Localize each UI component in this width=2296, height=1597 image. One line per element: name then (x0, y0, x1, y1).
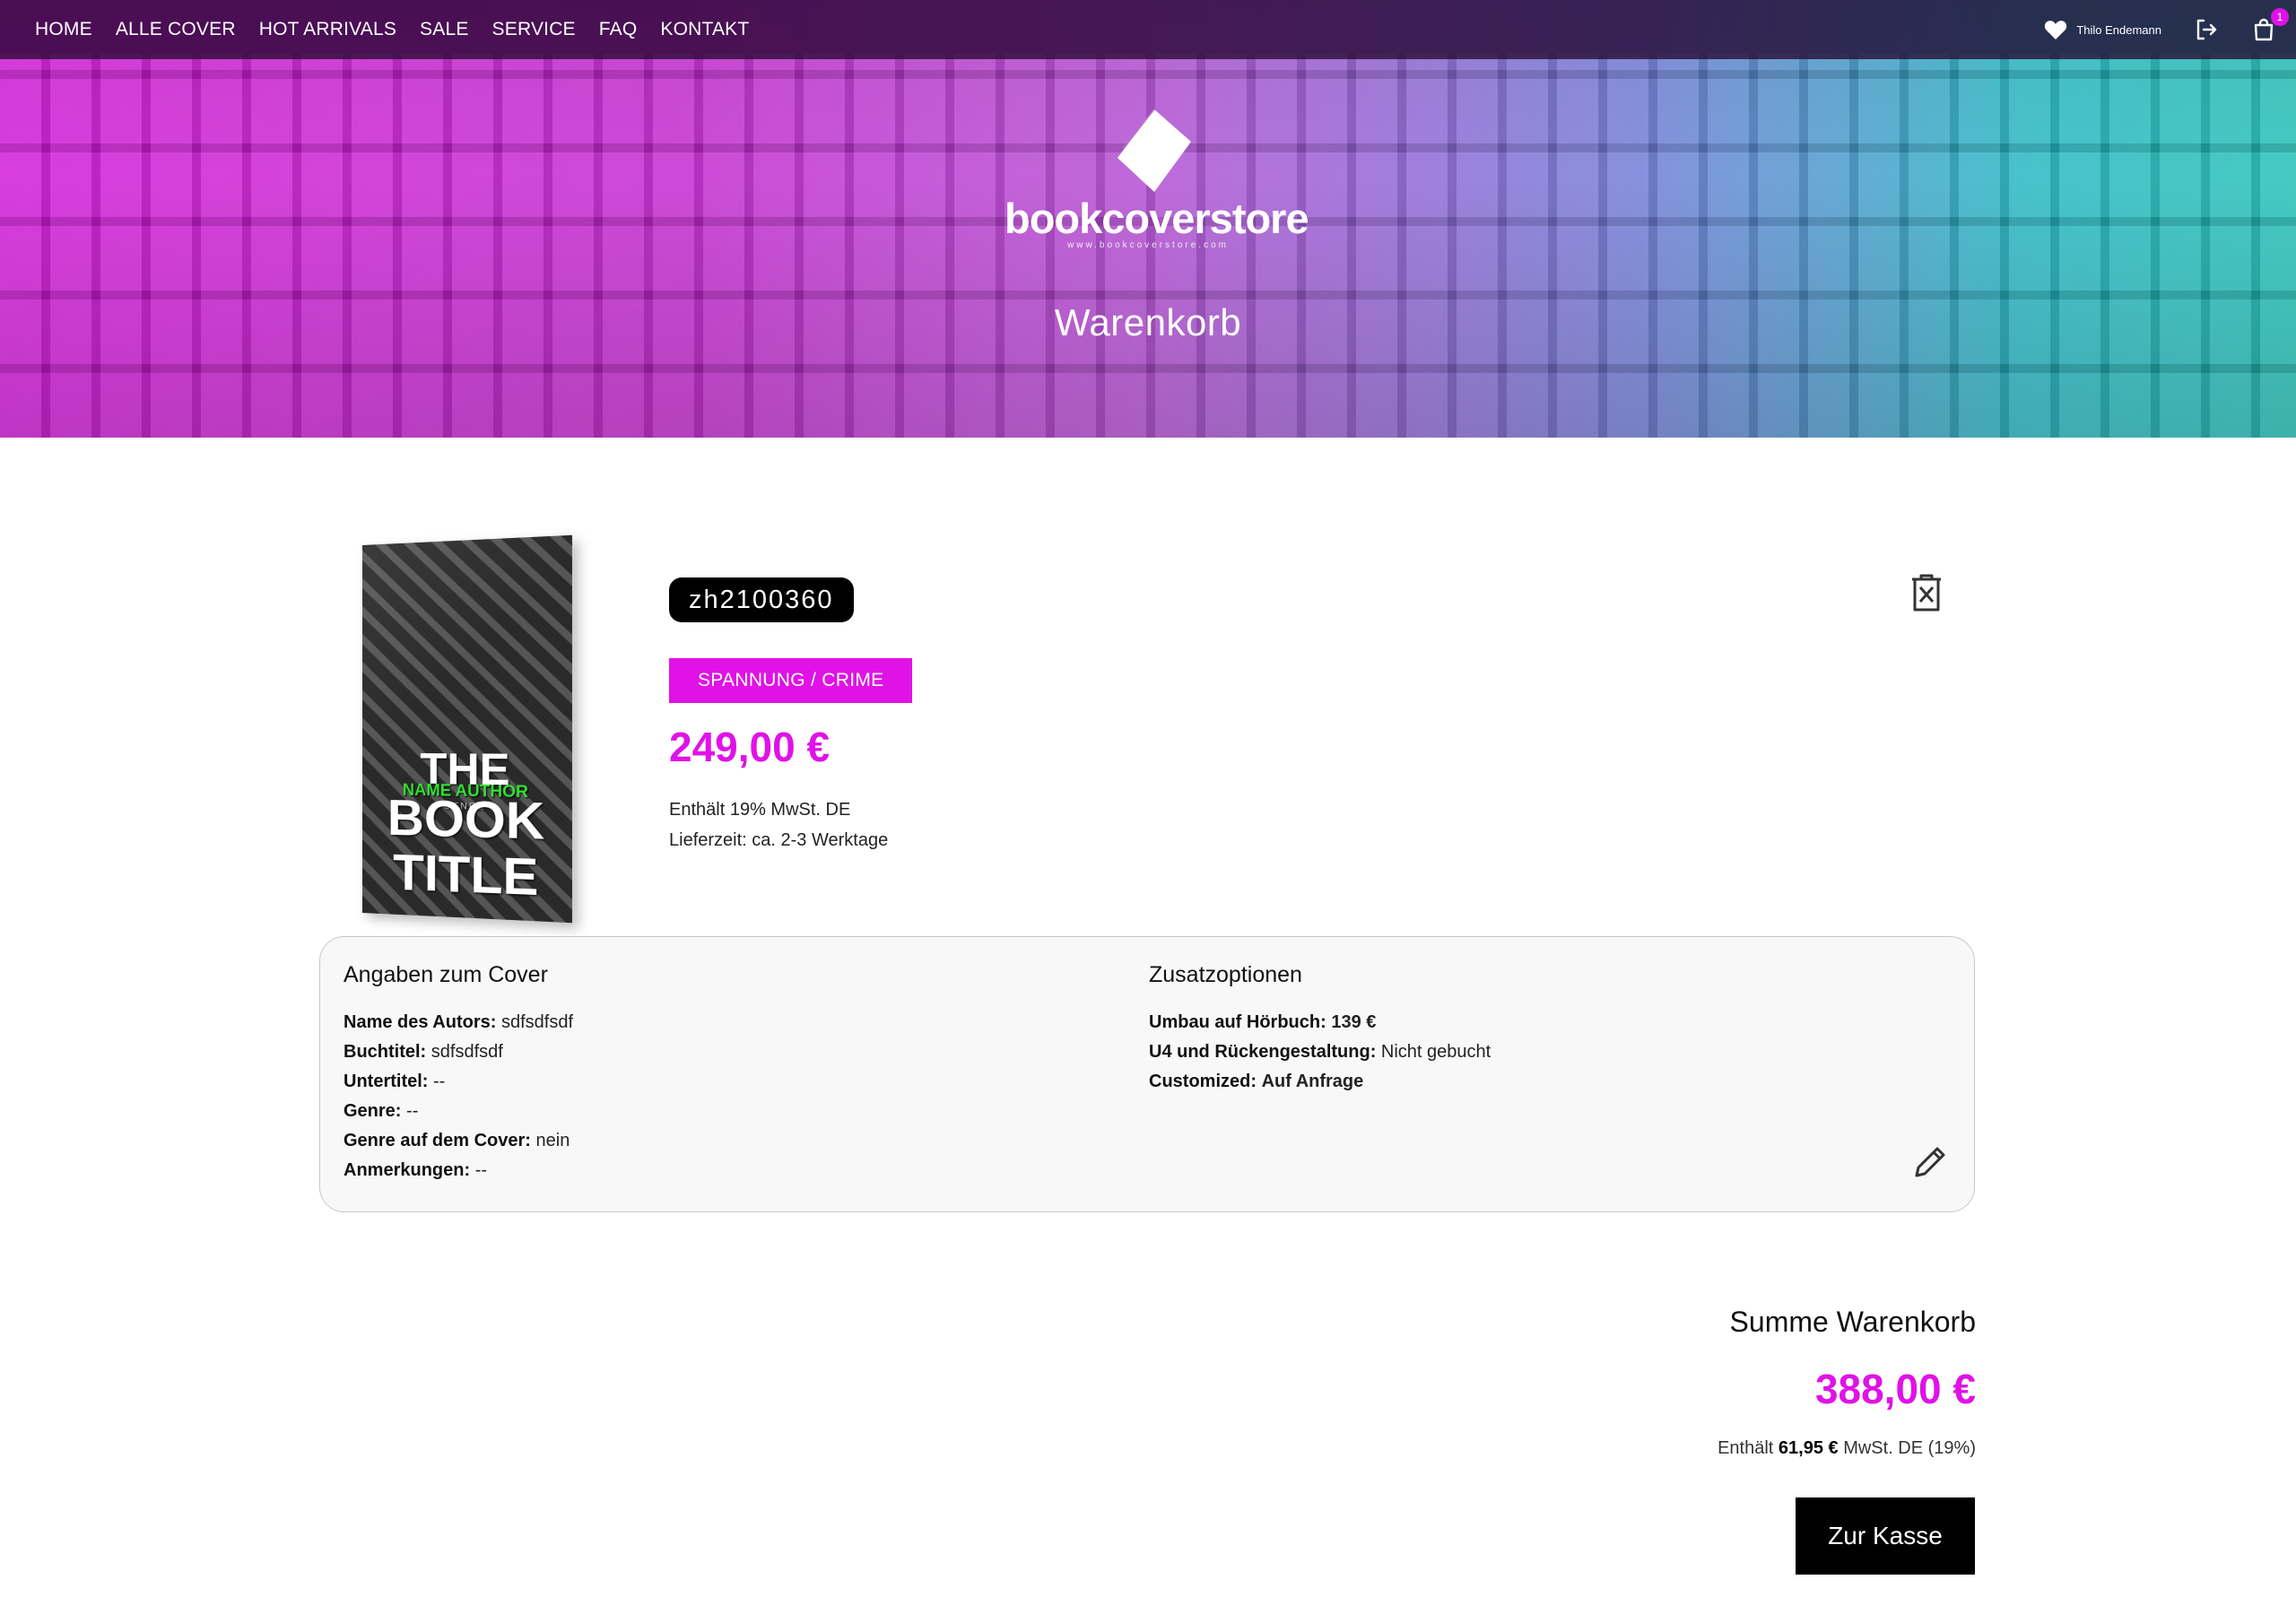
extra-options-column: Zusatzoptionen Umbau auf Hörbuch: 139 € … (1149, 962, 1920, 1097)
nav-links: HOME ALLE COVER HOT ARRIVALS SALE SERVIC… (35, 19, 772, 40)
cover-details-box: Angaben zum Cover Name des Autors: sdfsd… (319, 936, 1975, 1212)
detail-row: Buchtitel: sdfsdfsdf (344, 1042, 503, 1062)
cart-total: 388,00 € (1814, 1366, 1976, 1412)
cover-info-heading: Angaben zum Cover (344, 962, 548, 987)
detail-row: Genre: -- (344, 1101, 419, 1121)
delivery-time: Lieferzeit: ca. 2-3 Werktage (669, 830, 889, 850)
nav-home[interactable]: HOME (35, 19, 92, 40)
detail-row: Customized: Auf Anfrage (1149, 1072, 1364, 1091)
cart-summary-title: Summe Warenkorb (1729, 1306, 1976, 1338)
cart-icon[interactable]: 1 (2251, 8, 2289, 42)
logo-url: www.bookcoverstore.com (1067, 240, 1229, 250)
item-price: 249,00 € (669, 724, 831, 770)
cart-count-badge: 1 (2271, 8, 2289, 26)
book-logo-icon (1118, 108, 1191, 192)
cart-tax-info: Enthält 61,95 € MwSt. DE (19%) (1718, 1438, 1976, 1458)
user-actions: Thilo Endemann 1 (2044, 0, 2289, 59)
detail-row: Untertitel: -- (344, 1072, 446, 1091)
cover-info-column: Angaben zum Cover Name des Autors: sdfsd… (344, 962, 1115, 1185)
extra-options-heading: Zusatzoptionen (1149, 962, 1302, 987)
nav-alle-cover[interactable]: ALLE COVER (116, 19, 236, 40)
nav-faq[interactable]: FAQ (599, 19, 638, 40)
top-navigation: HOME ALLE COVER HOT ARRIVALS SALE SERVIC… (0, 0, 2296, 59)
user-name[interactable]: Thilo Endemann (2076, 23, 2161, 37)
book-cover-image[interactable]: THE NAME AUTHOR GENRE BOOK TITLE (362, 534, 572, 924)
detail-row: Name des Autors: sdfsdfsdf (344, 1012, 574, 1032)
checkout-button[interactable]: Zur Kasse (1796, 1497, 1975, 1575)
site-logo[interactable]: bookcoverstore www.bookcoverstore.com (1004, 106, 1309, 258)
nav-hot-arrivals[interactable]: HOT ARRIVALS (259, 19, 396, 40)
cart-item: THE NAME AUTHOR GENRE BOOK TITLE zh21003… (319, 534, 1975, 924)
detail-row: Umbau auf Hörbuch: 139 € (1149, 1012, 1377, 1032)
heart-icon[interactable] (2044, 19, 2067, 40)
trash-icon[interactable] (1909, 572, 1944, 613)
detail-row: Anmerkungen: -- (344, 1160, 488, 1180)
genre-tag[interactable]: SPANNUNG / CRIME (669, 658, 913, 703)
hero-banner: bookcoverstore www.bookcoverstore.com Wa… (0, 0, 2296, 438)
nav-sale[interactable]: SALE (420, 19, 469, 40)
tax-amount: 61,95 € (1778, 1438, 1839, 1458)
pencil-icon[interactable] (1911, 1143, 1949, 1181)
page-title: Warenkorb (1054, 301, 1242, 343)
product-sku-badge: zh2100360 (669, 577, 854, 622)
tax-note: Enthält 19% MwSt. DE (669, 800, 851, 820)
item-tax-info: Enthält 19% MwSt. DE Lieferzeit: ca. 2-3… (669, 794, 888, 855)
logout-icon[interactable] (2194, 17, 2219, 42)
nav-kontakt[interactable]: KONTAKT (660, 19, 749, 40)
logo-text: bookcoverstore (1004, 195, 1309, 242)
nav-service[interactable]: SERVICE (492, 19, 576, 40)
detail-row: Genre auf dem Cover: nein (344, 1131, 570, 1150)
cover-line-title: TITLE (393, 843, 539, 907)
detail-row: U4 und Rückengestaltung: Nicht gebucht (1149, 1042, 1492, 1062)
